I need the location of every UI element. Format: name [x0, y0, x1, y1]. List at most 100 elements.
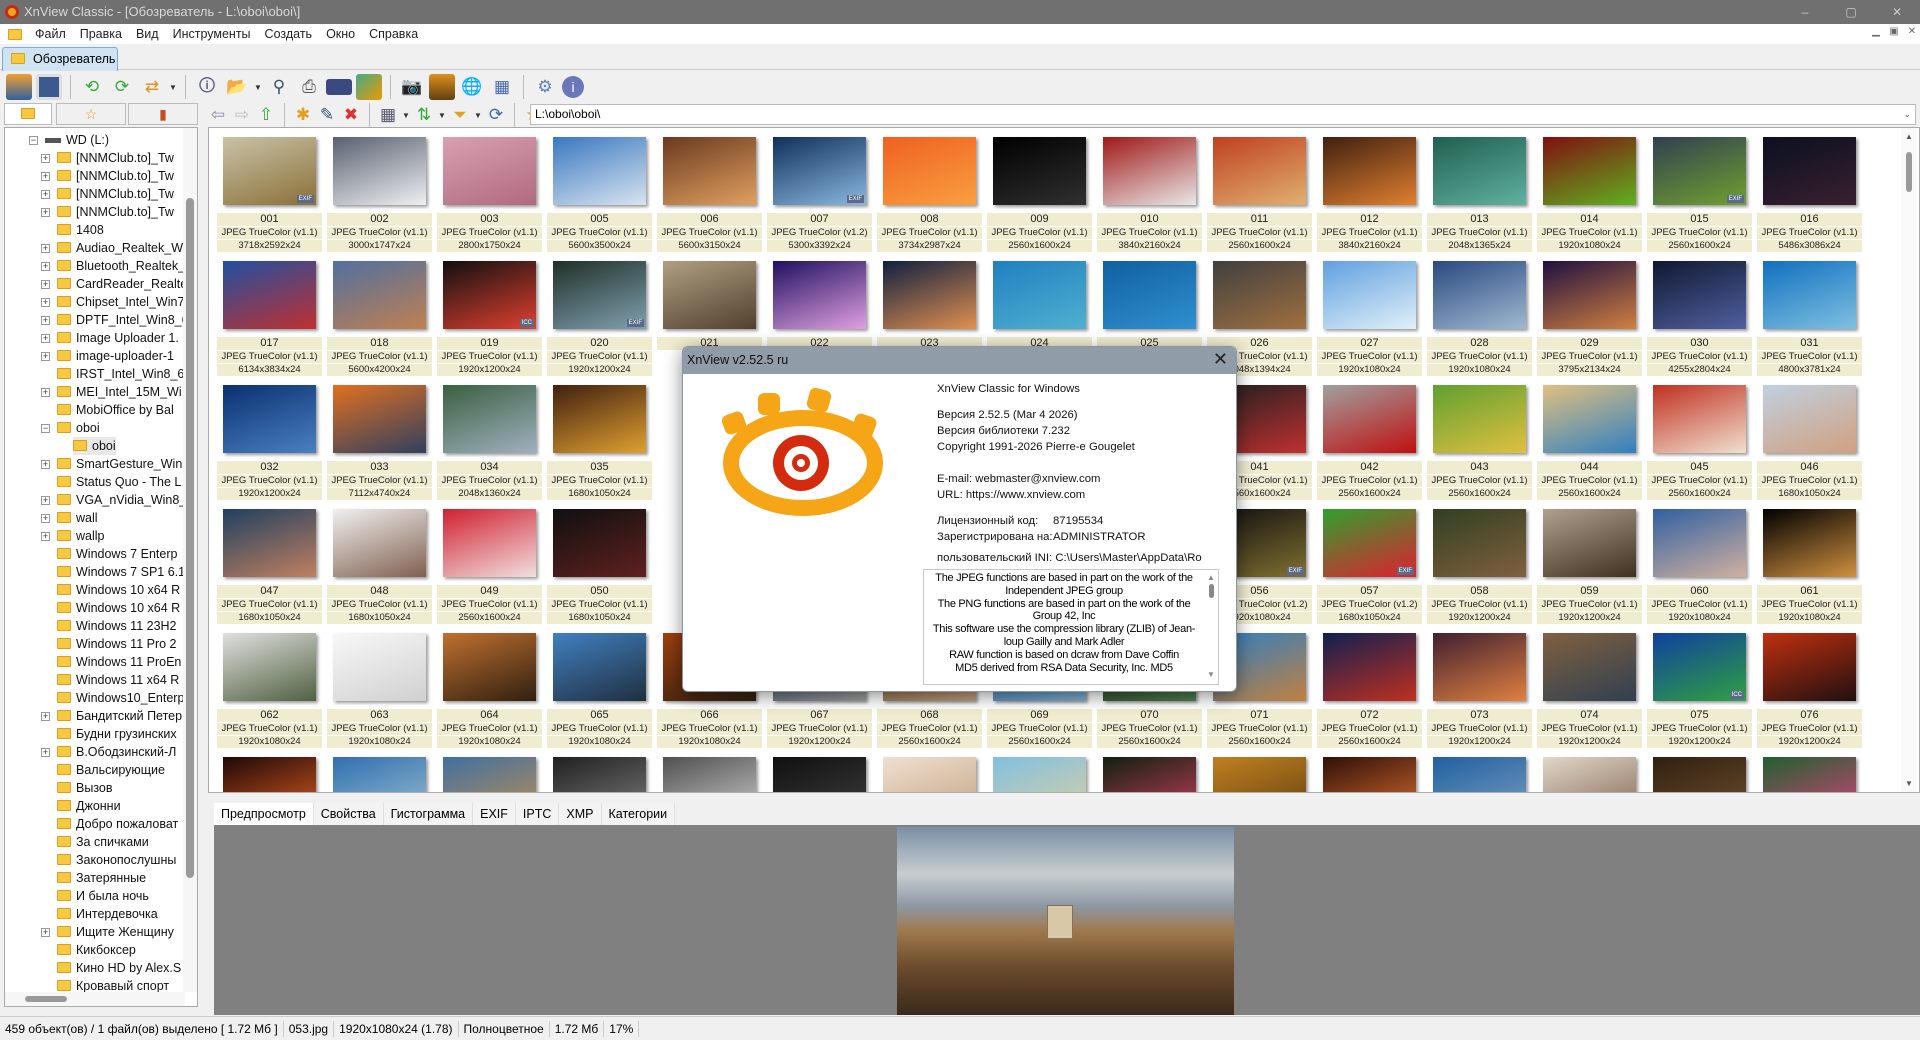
view-mode-dropdown-icon[interactable]: ▼: [402, 111, 410, 120]
thumbnail-item[interactable]: 013 JPEG TrueColor (v1.1) 2048x1365x24: [1425, 135, 1535, 259]
thumbnail-item[interactable]: [1205, 755, 1315, 792]
forward-arrow-icon[interactable]: ⇨: [232, 102, 252, 128]
thumbnail-item[interactable]: 034 JPEG TrueColor (v1.1) 2048x1360x24: [435, 383, 545, 507]
tree-item[interactable]: Audiao_Realtek_W: [57, 239, 183, 257]
tree-expander-icon[interactable]: +: [41, 496, 50, 505]
delete-icon[interactable]: ✖: [341, 102, 361, 128]
tree-item[interactable]: 1408: [57, 221, 104, 239]
view-image-icon[interactable]: [6, 74, 32, 100]
scanner-icon[interactable]: [326, 79, 352, 95]
tree-expander-icon[interactable]: +: [41, 352, 50, 361]
web-page-icon[interactable]: 🌐: [459, 74, 485, 100]
tree-expander-icon[interactable]: +: [41, 298, 50, 307]
thumbnail-item[interactable]: 047 JPEG TrueColor (v1.1) 1680x1050x24: [215, 507, 325, 631]
thumbnail-item[interactable]: 042 JPEG TrueColor (v1.1) 2560x1600x24: [1315, 383, 1425, 507]
rotate-right-icon[interactable]: ⟳: [109, 74, 135, 100]
thumbnail-item[interactable]: 074 JPEG TrueColor (v1.1) 1920x1200x24: [1535, 631, 1645, 755]
thumbnail-item[interactable]: 043 JPEG TrueColor (v1.1) 2560x1600x24: [1425, 383, 1535, 507]
tree-item[interactable]: Windows 10 x64 R: [57, 599, 180, 617]
thumbnail-item[interactable]: ICC 019 JPEG TrueColor (v1.1) 1920x1200x24: [435, 259, 545, 383]
tree-expander-icon[interactable]: −: [41, 424, 50, 433]
thumbnail-item[interactable]: 008 JPEG TrueColor (v1.1) 3734x2987x24: [875, 135, 985, 259]
thumbnail-item[interactable]: 011 JPEG TrueColor (v1.1) 2560x1600x24: [1205, 135, 1315, 259]
thumbnail-item[interactable]: 061 JPEG TrueColor (v1.1) 1920x1080x24: [1755, 507, 1865, 631]
thumbnail-item[interactable]: [875, 755, 985, 792]
view-mode-icon[interactable]: ▦: [378, 102, 398, 128]
thumbnail-item[interactable]: 018 JPEG TrueColor (v1.1) 5600x4200x24: [325, 259, 435, 383]
thumbnail-item[interactable]: 076 JPEG TrueColor (v1.1) 1920x1200x24: [1755, 631, 1865, 755]
thumbnail-item[interactable]: 027 JPEG TrueColor (v1.1) 1920x1080x24: [1315, 259, 1425, 383]
tree-hscroll-thumb[interactable]: [25, 996, 67, 1002]
thumbnail-item[interactable]: 049 JPEG TrueColor (v1.1) 2560x1600x24: [435, 507, 545, 631]
thumbnail-item[interactable]: 062 JPEG TrueColor (v1.1) 1920x1080x24: [215, 631, 325, 755]
info-tab[interactable]: Гистограмма: [383, 803, 474, 825]
credits-scroll-up-icon[interactable]: ▲: [1207, 572, 1215, 585]
file-info-icon[interactable]: 🛈: [194, 74, 220, 100]
tree-expander-icon[interactable]: +: [41, 928, 50, 937]
tree-expander-icon[interactable]: +: [41, 316, 50, 325]
thumbnail-item[interactable]: 059 JPEG TrueColor (v1.1) 1920x1200x24: [1535, 507, 1645, 631]
tree-item[interactable]: Затерянные: [57, 869, 146, 887]
tree-item[interactable]: IRST_Intel_Win8_64: [57, 365, 191, 383]
tree-item[interactable]: Джонни: [57, 797, 121, 815]
thumbnail-item[interactable]: 065 JPEG TrueColor (v1.1) 1920x1080x24: [545, 631, 655, 755]
address-dropdown-icon[interactable]: ⌄: [1903, 105, 1911, 124]
rename-icon[interactable]: ✎: [317, 102, 337, 128]
about-url[interactable]: URL: https://www.xnview.com: [937, 489, 1085, 501]
menu-window[interactable]: Окно: [319, 27, 362, 41]
tree-item[interactable]: Windows 11 23H2: [57, 617, 177, 635]
menu-file[interactable]: Файл: [28, 27, 73, 41]
tree-expander-icon[interactable]: +: [41, 280, 50, 289]
thumbnail-item[interactable]: EXIF 057 JPEG TrueColor (v1.2) 1680x1050x24: [1315, 507, 1425, 631]
minimize-button[interactable]: –: [1782, 0, 1828, 24]
tree-item[interactable]: Windows 11 Pro 2: [57, 635, 177, 653]
close-button[interactable]: ✕: [1874, 0, 1920, 24]
info-tab[interactable]: Категории: [601, 803, 676, 825]
tree-item[interactable]: Бандитский Петер: [57, 707, 182, 725]
thumbnail-item[interactable]: 028 JPEG TrueColor (v1.1) 1920x1080x24: [1425, 259, 1535, 383]
tree-expander-icon[interactable]: +: [41, 748, 50, 757]
move-dropdown-icon[interactable]: ▼: [254, 83, 262, 92]
thumbnail-item[interactable]: EXIF 001 JPEG TrueColor (v1.1) 3718x2592x24: [215, 135, 325, 259]
tree-horizontal-scrollbar[interactable]: [5, 992, 185, 1006]
tree-item[interactable]: Вызов: [57, 779, 113, 797]
thumbnail-item[interactable]: 064 JPEG TrueColor (v1.1) 1920x1080x24: [435, 631, 545, 755]
about-close-button[interactable]: ✕: [1213, 349, 1228, 370]
maximize-button[interactable]: ▢: [1828, 0, 1874, 24]
print-icon[interactable]: ⎙: [296, 74, 322, 100]
filter-icon[interactable]: ⏷: [450, 102, 470, 128]
tree-item[interactable]: Законопослушны: [57, 851, 176, 869]
tree-item[interactable]: MobiOffice by Bal: [57, 401, 174, 419]
tree-expander-icon[interactable]: +: [41, 244, 50, 253]
thumbnail-item[interactable]: [545, 755, 655, 792]
mdi-minimize-icon[interactable]: ▁: [1868, 26, 1884, 40]
credits-scroll-thumb[interactable]: [1209, 584, 1214, 598]
tree-item[interactable]: Windows 7 Enterp: [57, 545, 177, 563]
tree-item[interactable]: Bluetooth_Realtek_: [57, 257, 185, 275]
thumbnail-item[interactable]: 058 JPEG TrueColor (v1.1) 1920x1200x24: [1425, 507, 1535, 631]
refresh-icon[interactable]: ⟳: [486, 102, 506, 128]
tree-item[interactable]: image-uploader-1: [57, 347, 174, 365]
menu-help[interactable]: Справка: [362, 27, 425, 41]
fullscreen-icon[interactable]: [36, 74, 62, 100]
thumbnail-item[interactable]: [1755, 755, 1865, 792]
info-tab[interactable]: Свойства: [313, 803, 384, 825]
thumbnail-item[interactable]: 031 JPEG TrueColor (v1.1) 4800x3781x24: [1755, 259, 1865, 383]
tree-item[interactable]: За спичками: [57, 833, 149, 851]
info-tab[interactable]: XMP: [559, 803, 602, 825]
mdi-close-icon[interactable]: ✕: [1904, 26, 1920, 40]
tree-expander-icon[interactable]: +: [41, 712, 50, 721]
slideshow-icon[interactable]: [429, 74, 455, 100]
info-tab[interactable]: Предпросмотр: [214, 803, 314, 825]
tree-expander-icon[interactable]: +: [41, 172, 50, 181]
info-tab[interactable]: EXIF: [473, 803, 516, 825]
thumbnail-item[interactable]: 029 JPEG TrueColor (v1.1) 3795x2134x24: [1535, 259, 1645, 383]
thumbnail-item[interactable]: 010 JPEG TrueColor (v1.1) 3840x2160x24: [1095, 135, 1205, 259]
tree-item[interactable]: SmartGesture_Win: [57, 455, 182, 473]
thumbnail-item[interactable]: 033 JPEG TrueColor (v1.1) 7112x4740x24: [325, 383, 435, 507]
tree-drive[interactable]: WD (L:): [45, 131, 109, 149]
thumbnail-item[interactable]: [435, 755, 545, 792]
filter-dropdown-icon[interactable]: ▼: [474, 111, 482, 120]
credits-scroll-down-icon[interactable]: ▼: [1207, 669, 1215, 682]
thumbnail-item[interactable]: EXIF 007 JPEG TrueColor (v1.2) 5300x3392x24: [765, 135, 875, 259]
